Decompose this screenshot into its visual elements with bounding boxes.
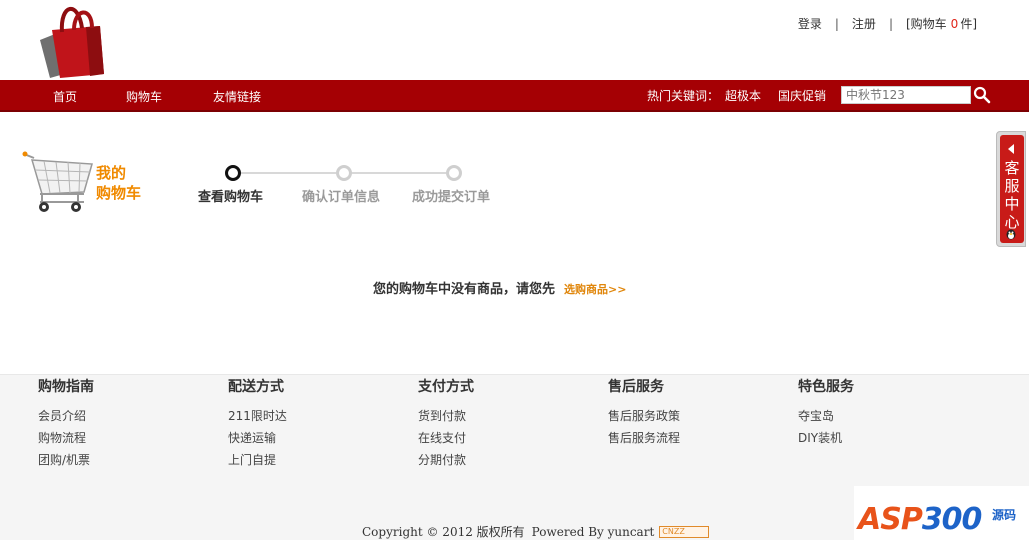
footer-link[interactable]: DIY装机 bbox=[798, 427, 854, 449]
copyright-text: Copyright © 2012 版权所有 bbox=[362, 525, 525, 539]
empty-cart-text: 您的购物车中没有商品，请您先 bbox=[373, 282, 556, 297]
footer-column-title: 配送方式 bbox=[228, 379, 284, 395]
footer-link[interactable]: 在线支付 bbox=[418, 427, 474, 449]
nav-item-links[interactable]: 友情链接 bbox=[213, 88, 261, 105]
go-shopping-link[interactable]: 选购商品>> bbox=[564, 281, 626, 297]
hot-keyword-ultrabook[interactable]: 超极本 bbox=[725, 87, 761, 104]
step-connector bbox=[351, 172, 446, 174]
footer-column-title: 特色服务 bbox=[798, 379, 854, 395]
hot-keywords-label: 热门关键词： bbox=[647, 89, 720, 103]
footer-column-payment: 支付方式 货到付款 在线支付 分期付款 bbox=[418, 377, 474, 471]
separator: | bbox=[834, 16, 839, 31]
cart-count: 0 bbox=[950, 17, 959, 31]
shopping-cart-icon bbox=[22, 151, 93, 212]
qq-penguin-icon bbox=[1006, 229, 1016, 240]
footer-link[interactable]: 快递运输 bbox=[228, 427, 287, 449]
main-navbar: 首页 购物车 友情链接 热门关键词： 超极本 国庆促销 bbox=[0, 80, 1029, 112]
copyright-bar: Copyright © 2012 版权所有 Powered By yuncart… bbox=[362, 523, 710, 540]
footer-link[interactable]: 货到付款 bbox=[418, 405, 474, 427]
register-link[interactable]: 注册 bbox=[852, 15, 876, 32]
step-label-submit-order: 成功提交订单 bbox=[412, 190, 491, 205]
arrow-left-icon bbox=[1008, 144, 1014, 154]
mini-cart-link[interactable]: [购物车 0 件] bbox=[906, 15, 977, 32]
footer-link[interactable]: 售后服务流程 bbox=[608, 427, 680, 449]
watermark-text-b: 300 bbox=[921, 502, 983, 537]
login-link[interactable]: 登录 bbox=[798, 15, 822, 32]
shopping-bag-logo-icon[interactable] bbox=[38, 2, 106, 78]
hot-keyword-national-day[interactable]: 国庆促销 bbox=[778, 87, 826, 104]
step-connector bbox=[240, 172, 336, 174]
step-marker-view-cart bbox=[225, 165, 241, 181]
footer-column-after-sales: 售后服务 售后服务政策 售后服务流程 bbox=[608, 377, 680, 449]
footer-column-delivery: 配送方式 211限时达 快递运输 上门自提 bbox=[228, 377, 287, 471]
search-icon[interactable] bbox=[973, 86, 991, 104]
empty-cart-message: 您的购物车中没有商品，请您先 选购商品>> bbox=[373, 278, 626, 297]
cart-title-line2: 购物车 bbox=[96, 184, 142, 202]
footer-column-title: 购物指南 bbox=[38, 379, 94, 395]
step-label-view-cart: 查看购物车 bbox=[198, 190, 264, 205]
nav-item-home[interactable]: 首页 bbox=[53, 88, 77, 105]
step-label-confirm-order: 确认订单信息 bbox=[302, 190, 381, 205]
cnzz-badge[interactable]: CNZZ bbox=[659, 525, 710, 538]
cart-suffix: 件] bbox=[960, 17, 977, 31]
powered-by-text: Powered By yuncart bbox=[531, 524, 655, 539]
footer-link[interactable]: 会员介绍 bbox=[38, 405, 94, 427]
footer-column-special-services: 特色服务 夺宝岛 DIY装机 bbox=[798, 377, 854, 449]
footer-link[interactable]: 团购/机票 bbox=[38, 449, 94, 471]
footer-link[interactable]: 211限时达 bbox=[228, 405, 287, 427]
footer-column-title: 售后服务 bbox=[608, 379, 664, 395]
customer-service-tab[interactable]: 客服中心 bbox=[996, 131, 1026, 247]
footer-column-shopping-guide: 购物指南 会员介绍 购物流程 团购/机票 bbox=[38, 377, 94, 471]
footer-link[interactable]: 售后服务政策 bbox=[608, 405, 680, 427]
asp300-watermark: ASP300 源码 bbox=[854, 486, 1029, 540]
separator: | bbox=[888, 16, 893, 31]
cart-title: 我的 购物车 bbox=[96, 163, 141, 203]
top-links: 登录 | 注册 | [购物车 0 件] bbox=[798, 15, 977, 32]
search-input[interactable] bbox=[841, 86, 971, 104]
watermark-side-text: 源码 bbox=[992, 508, 1017, 522]
footer-link[interactable]: 分期付款 bbox=[418, 449, 474, 471]
nav-item-cart[interactable]: 购物车 bbox=[126, 88, 162, 105]
footer-link[interactable]: 购物流程 bbox=[38, 427, 94, 449]
step-marker-submit-order bbox=[446, 165, 462, 181]
watermark-logo: ASP300 bbox=[858, 502, 983, 537]
step-marker-confirm-order bbox=[336, 165, 352, 181]
footer-column-title: 支付方式 bbox=[418, 379, 474, 395]
cart-title-line1: 我的 bbox=[96, 164, 127, 182]
footer-link[interactable]: 夺宝岛 bbox=[798, 405, 854, 427]
customer-service-panel: 客服中心 bbox=[1000, 135, 1024, 243]
cart-prefix: [购物车 bbox=[905, 17, 947, 31]
footer-link[interactable]: 上门自提 bbox=[228, 449, 287, 471]
watermark-text-a: ASP bbox=[858, 502, 923, 537]
customer-service-label: 客服中心 bbox=[1004, 159, 1020, 231]
